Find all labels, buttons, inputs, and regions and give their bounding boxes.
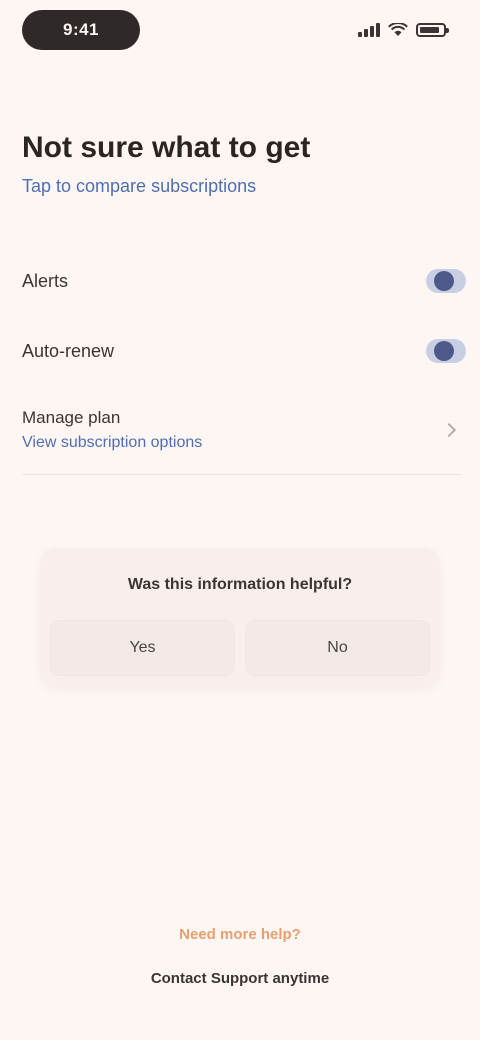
auto-renew-toggle[interactable] bbox=[426, 339, 466, 363]
page-title: Not sure what to get bbox=[22, 131, 311, 164]
setting-row-manage-plan[interactable]: Manage plan View subscription options bbox=[22, 386, 462, 474]
status-bar: 9:41 bbox=[0, 0, 480, 64]
feedback-question: Was this information helpful? bbox=[127, 576, 353, 593]
feedback-yes-button[interactable]: Yes bbox=[50, 620, 235, 676]
setting-label-alerts: Alerts bbox=[22, 270, 69, 291]
battery-icon bbox=[416, 23, 449, 37]
settings-list: Alerts Auto-renew Manage plan View subsc… bbox=[22, 246, 466, 475]
alerts-toggle[interactable] bbox=[426, 269, 466, 293]
toggle-knob bbox=[434, 271, 454, 291]
status-time: 9:41 bbox=[22, 10, 140, 50]
chevron-right-icon bbox=[441, 422, 457, 438]
setting-label-auto-renew: Auto-renew bbox=[22, 340, 115, 361]
feedback-no-button[interactable]: No bbox=[245, 620, 430, 676]
status-icons bbox=[358, 20, 449, 40]
footer-title: Need more help? bbox=[179, 926, 301, 943]
screen: 9:41 Not sure what to get Tap to compare… bbox=[0, 0, 480, 1040]
divider bbox=[22, 474, 462, 475]
feedback-card: Was this information helpful? Yes No bbox=[40, 548, 440, 688]
setting-label-manage-plan: Manage plan bbox=[22, 408, 121, 427]
setting-row-alerts[interactable]: Alerts bbox=[22, 246, 466, 316]
status-time-label: 9:41 bbox=[62, 20, 100, 39]
toggle-knob bbox=[434, 341, 454, 361]
wifi-icon bbox=[388, 23, 408, 36]
signal-icon bbox=[358, 23, 380, 37]
contact-support-link[interactable]: Contact Support anytime bbox=[0, 970, 480, 987]
setting-row-auto-renew[interactable]: Auto-renew bbox=[22, 316, 466, 386]
view-subscription-options-link[interactable]: View subscription options bbox=[22, 434, 202, 452]
compare-subscriptions-link[interactable]: Tap to compare subscriptions bbox=[22, 172, 458, 200]
feedback-buttons: Yes No bbox=[50, 620, 430, 676]
